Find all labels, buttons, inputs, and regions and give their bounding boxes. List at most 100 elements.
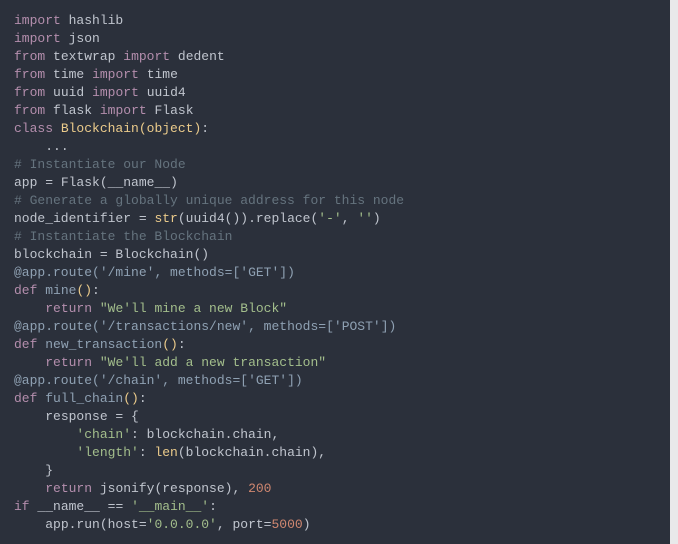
class-name: Blockchain bbox=[61, 121, 139, 136]
string: '0.0.0.0' bbox=[147, 517, 217, 532]
deco-end: ]) bbox=[287, 373, 303, 388]
deco-mid: , methods=[ bbox=[154, 265, 240, 280]
kw-import: import bbox=[100, 103, 147, 118]
method: 'GET' bbox=[240, 265, 279, 280]
kw-return: return bbox=[45, 355, 92, 370]
kw-import: import bbox=[14, 13, 61, 28]
kw-return: return bbox=[45, 481, 92, 496]
kw-class: class bbox=[14, 121, 53, 136]
decorator: @app.route( bbox=[14, 373, 100, 388]
kw-import: import bbox=[14, 31, 61, 46]
func-name: new_transaction bbox=[45, 337, 162, 352]
decorator: @app.route( bbox=[14, 265, 100, 280]
var: node_identifier bbox=[14, 211, 131, 226]
val: : blockchain.chain, bbox=[131, 427, 279, 442]
name: Flask bbox=[154, 103, 193, 118]
string: "We'll add a new transaction" bbox=[100, 355, 326, 370]
kw-def: def bbox=[14, 283, 37, 298]
paren: () bbox=[123, 391, 139, 406]
paren: () bbox=[76, 283, 92, 298]
module: json bbox=[69, 31, 100, 46]
deco-mid: , methods=[ bbox=[248, 319, 334, 334]
colon: : bbox=[92, 283, 100, 298]
builtin: str bbox=[154, 211, 177, 226]
kw-from: from bbox=[14, 85, 45, 100]
name: dedent bbox=[178, 49, 225, 64]
eq: = bbox=[131, 211, 154, 226]
comment: # Instantiate the Blockchain bbox=[14, 229, 232, 244]
kw-import: import bbox=[123, 49, 170, 64]
module: uuid bbox=[53, 85, 84, 100]
call: jsonify bbox=[100, 481, 155, 496]
comment: # Generate a globally unique address for… bbox=[14, 193, 404, 208]
name: time bbox=[147, 67, 178, 82]
pre: : bbox=[139, 445, 155, 460]
string: '__main__' bbox=[131, 499, 209, 514]
func-name: full_chain bbox=[45, 391, 123, 406]
call: Blockchain bbox=[115, 247, 193, 262]
paren: () bbox=[193, 247, 209, 262]
arg: (response), bbox=[154, 481, 248, 496]
colon: : bbox=[201, 121, 209, 136]
paren: ) bbox=[373, 211, 381, 226]
name: uuid4 bbox=[147, 85, 186, 100]
deco-mid: , methods=[ bbox=[162, 373, 248, 388]
deco-end: ]) bbox=[279, 265, 295, 280]
string: '' bbox=[357, 211, 373, 226]
colon: : bbox=[178, 337, 186, 352]
paren: ( bbox=[100, 175, 108, 190]
kw-import: import bbox=[92, 85, 139, 100]
kw-from: from bbox=[14, 103, 45, 118]
dunder: __name__ bbox=[37, 499, 99, 514]
kw-from: from bbox=[14, 49, 45, 64]
kw-def: def bbox=[14, 391, 37, 406]
func-name: mine bbox=[45, 283, 76, 298]
comment: # Instantiate our Node bbox=[14, 157, 186, 172]
paren: ( bbox=[139, 121, 147, 136]
vertical-scrollbar[interactable] bbox=[670, 0, 678, 544]
deco-end: ]) bbox=[381, 319, 397, 334]
eq: = bbox=[37, 175, 60, 190]
paren: ) bbox=[303, 517, 311, 532]
module: hashlib bbox=[69, 13, 124, 28]
comma: , bbox=[342, 211, 358, 226]
route: '/mine' bbox=[100, 265, 155, 280]
colon: : bbox=[139, 391, 147, 406]
var: blockchain bbox=[14, 247, 92, 262]
paren: ()) bbox=[225, 211, 248, 226]
string: '-' bbox=[318, 211, 341, 226]
key: 'length' bbox=[76, 445, 138, 460]
key: 'chain' bbox=[76, 427, 131, 442]
num: 200 bbox=[248, 481, 271, 496]
brace: } bbox=[45, 463, 53, 478]
base: object bbox=[147, 121, 194, 136]
arg: (blockchain.chain), bbox=[178, 445, 326, 460]
kw-def: def bbox=[14, 337, 37, 352]
route: '/transactions/new' bbox=[100, 319, 248, 334]
builtin: len bbox=[154, 445, 177, 460]
num: 5000 bbox=[271, 517, 302, 532]
colon: : bbox=[209, 499, 217, 514]
kw-return: return bbox=[45, 301, 92, 316]
var: app bbox=[14, 175, 37, 190]
code-block: import hashlib import json from textwrap… bbox=[0, 0, 670, 544]
paren: ( bbox=[178, 211, 186, 226]
eq: == bbox=[100, 499, 131, 514]
module: textwrap bbox=[53, 49, 115, 64]
method: 'GET' bbox=[248, 373, 287, 388]
decorator: @app.route( bbox=[14, 319, 100, 334]
ellipsis: ... bbox=[45, 139, 68, 154]
op: .replace( bbox=[248, 211, 318, 226]
text: response = { bbox=[45, 409, 139, 424]
call: app.run(host= bbox=[45, 517, 146, 532]
dunder: __name__ bbox=[108, 175, 170, 190]
module: flask bbox=[53, 103, 92, 118]
paren: ) bbox=[170, 175, 178, 190]
string: "We'll mine a new Block" bbox=[100, 301, 287, 316]
module: time bbox=[53, 67, 84, 82]
paren: () bbox=[162, 337, 178, 352]
route: '/chain' bbox=[100, 373, 162, 388]
kw-import: import bbox=[92, 67, 139, 82]
kw-if: if bbox=[14, 499, 30, 514]
mid: , port= bbox=[217, 517, 272, 532]
